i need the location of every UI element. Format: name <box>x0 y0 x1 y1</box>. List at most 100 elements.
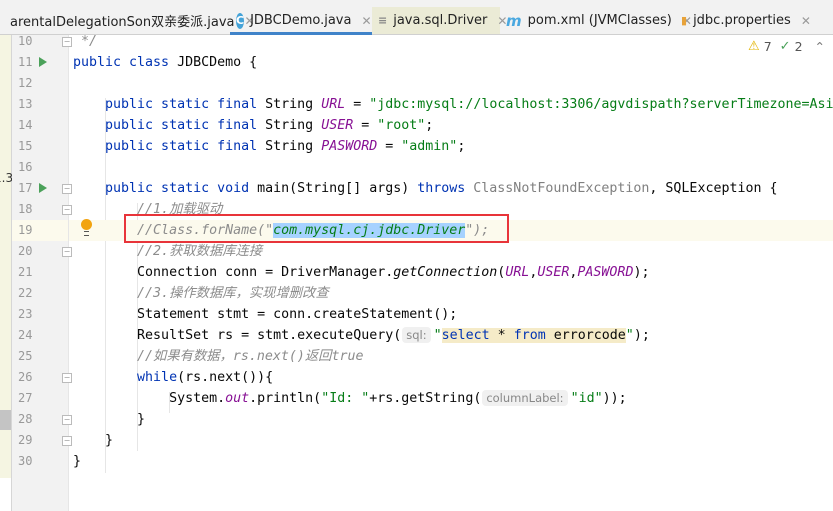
code-token: String <box>265 118 322 133</box>
maven-icon: m <box>506 11 522 30</box>
code-line[interactable]: public static final String USER = "root"… <box>69 115 833 136</box>
code-line[interactable] <box>69 157 833 178</box>
code-line[interactable]: //3.操作数据库，实现增删改查 <box>69 283 833 304</box>
code-line[interactable]: } <box>69 409 833 430</box>
fold-marker-icon[interactable]: − <box>62 37 72 47</box>
line-number: 15 <box>18 139 33 153</box>
code-line[interactable]: */ <box>69 35 833 52</box>
code-line[interactable]: System.out.println("Id: "+rs.getString(c… <box>69 388 833 409</box>
fold-marker-icon[interactable]: − <box>62 415 72 425</box>
tab-label: pom.xml (JVMClasses) <box>527 13 672 28</box>
code-token: ClassNotFoundException <box>473 181 650 196</box>
code-token: "jdbc:mysql://localhost:3306/agvdispath?… <box>369 97 833 112</box>
fold-marker-icon[interactable]: − <box>62 205 72 215</box>
code-line[interactable]: while(rs.next()){ <box>69 367 833 388</box>
fold-marker-icon[interactable]: − <box>62 247 72 257</box>
fold-marker-icon[interactable]: − <box>62 436 72 446</box>
code-token: = <box>345 97 370 112</box>
line-number: 23 <box>18 307 33 321</box>
code-editor[interactable]: */ public class JDBCDemo { public static … <box>69 35 833 511</box>
code-line[interactable]: public class JDBCDemo { <box>69 52 833 73</box>
line-number: 30 <box>18 454 33 468</box>
fold-marker-icon[interactable]: − <box>62 373 72 383</box>
panel-scroll-thumb[interactable] <box>0 410 11 430</box>
run-icon[interactable] <box>39 57 47 67</box>
code-line[interactable]: } <box>69 430 833 451</box>
code-token: "id" <box>570 391 603 406</box>
code-token: select <box>441 328 490 343</box>
tab-label: arentalDelegationSon双亲委派.java <box>10 15 235 30</box>
code-token: ResultSet rs = stmt.executeQuery( <box>73 328 402 343</box>
code-token: " <box>433 328 442 343</box>
line-number: 17 <box>18 181 33 195</box>
code-line[interactable] <box>69 73 833 94</box>
line-number: 18 <box>18 202 33 216</box>
line-number: 16 <box>18 160 33 174</box>
code-token: USER <box>537 265 570 280</box>
tab-2[interactable]: ≡ java.sql.Driver ✕ <box>372 7 507 34</box>
code-token: USER <box>321 118 354 133</box>
intention-bulb-icon[interactable] <box>81 219 92 236</box>
line-number: 19 <box>18 223 33 237</box>
code-line[interactable]: //2.获取数据库连接 <box>69 241 833 262</box>
fold-marker-icon[interactable]: − <box>62 184 72 194</box>
code-token: //3.操作数据库，实现增删改查 <box>73 286 329 301</box>
code-line[interactable]: //如果有数据，rs.next()返回true <box>69 346 833 367</box>
tab-3[interactable]: m pom.xml (JVMClasses) ✕ <box>500 7 692 34</box>
chevron-up-icon[interactable]: ⌃ <box>815 39 825 54</box>
parameter-hint: sql: <box>402 327 431 343</box>
code-token: out <box>225 391 250 406</box>
code-token: "Id: " <box>321 391 370 406</box>
code-token: */ <box>73 35 98 49</box>
line-number: 20 <box>18 244 33 258</box>
inspection-widget[interactable]: ⚠ 7 ✓ 2 ⌃ <box>748 39 825 54</box>
code-line[interactable]: public static final String PASWORD = "ad… <box>69 136 833 157</box>
line-number: 12 <box>18 76 33 90</box>
code-line[interactable]: Statement stmt = conn.createStatement(); <box>69 304 833 325</box>
code-token: //2.获取数据库连接 <box>73 244 263 259</box>
code-token: PASWORD <box>577 265 634 280</box>
code-line[interactable]: public static void main(String[] args) t… <box>69 178 833 199</box>
code-line[interactable]: Connection conn = DriverManager.getConne… <box>69 262 833 283</box>
highlight-annotation-box <box>124 214 509 243</box>
code-token: (rs.next()){ <box>177 370 274 385</box>
line-number: 14 <box>18 118 33 132</box>
code-token: from <box>513 328 546 343</box>
java-class-run-icon: C <box>236 12 245 29</box>
close-tab-icon[interactable]: ✕ <box>801 14 811 28</box>
code-token: " <box>625 328 634 343</box>
code-line[interactable]: public static final String URL = "jdbc:m… <box>69 94 833 115</box>
tab-0[interactable]: arentalDelegationSon双亲委派.java ✕ <box>0 7 255 34</box>
line-number: 25 <box>18 349 33 363</box>
code-token: ; <box>457 139 466 154</box>
code-token: } <box>73 454 82 469</box>
code-token: = <box>353 118 378 133</box>
tab-4[interactable]: ▮ jdbc.properties ✕ <box>675 7 815 34</box>
code-token: "admin" <box>401 139 458 154</box>
code-line[interactable]: ResultSet rs = stmt.executeQuery(sql: "se… <box>69 325 833 346</box>
code-token: String <box>265 139 322 154</box>
line-number: 10 <box>18 34 33 48</box>
tab-1[interactable]: C JDBCDemo.java ✕ <box>230 7 372 35</box>
editor-tab-bar: arentalDelegationSon双亲委派.java ✕ C JDBCDemo.… <box>0 7 833 35</box>
code-token: public static final <box>73 139 266 154</box>
editor-gutter: 10 11 12 13 14 15 16 17 18 19 20 21 22 23 24 25 26 27 28 29… <box>12 34 69 511</box>
code-token: Connection conn = DriverManager. <box>73 265 394 280</box>
code-token: = <box>377 139 402 154</box>
text-file-icon: ≡ <box>378 14 388 27</box>
code-token: URL <box>321 97 346 112</box>
code-line[interactable]: } <box>69 451 833 472</box>
line-number: 13 <box>18 97 33 111</box>
code-token: ); <box>633 328 650 343</box>
warning-count: 7 <box>763 39 772 54</box>
code-token: //如果有数据，rs.next()返回true <box>73 349 364 364</box>
line-number: 27 <box>18 391 33 405</box>
line-number: 29 <box>18 433 33 447</box>
run-icon[interactable] <box>39 183 47 193</box>
tab-label: jdbc.properties <box>693 13 791 28</box>
line-number: 26 <box>18 370 33 384</box>
code-token: public static void <box>73 181 258 196</box>
code-token: ); <box>633 265 650 280</box>
close-tab-icon[interactable]: ✕ <box>361 14 371 28</box>
code-token: Statement stmt = conn.createStatement(); <box>73 307 458 322</box>
